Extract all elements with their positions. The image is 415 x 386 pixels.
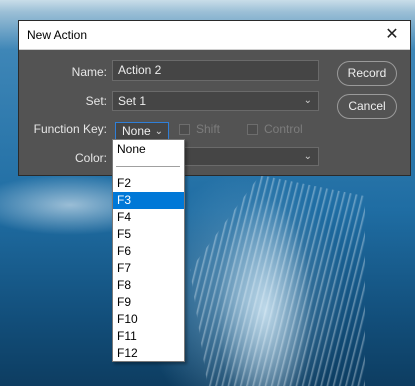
set-select[interactable]: Set 1 ⌄ [112,91,319,111]
option-f2[interactable]: F2 [113,175,184,192]
function-key-dropdown-list: None F2 F3 F4 F5 F6 F7 F8 F9 F10 F11 F12 [112,139,185,362]
title-bar: New Action ✕ [19,21,410,50]
option-f5[interactable]: F5 [113,226,184,243]
option-separator [116,166,180,167]
option-f4[interactable]: F4 [113,209,184,226]
chevron-down-icon: ⌄ [154,126,163,137]
option-none[interactable]: None [113,141,184,158]
color-label: Color: [74,151,107,165]
dialog-title: New Action [27,28,88,42]
option-f8[interactable]: F8 [113,277,184,294]
cancel-button[interactable]: Cancel [337,94,397,119]
name-input[interactable]: Action 2 [112,60,319,81]
shift-label: Shift [196,122,221,136]
option-f3[interactable]: F3 [113,192,184,209]
function-key-label: Function Key: [33,122,107,136]
chevron-down-icon: ⌄ [303,151,312,162]
control-checkbox[interactable] [247,124,258,135]
chevron-down-icon: ⌄ [303,95,312,106]
option-f6[interactable]: F6 [113,243,184,260]
name-label: Name: [71,65,107,79]
record-button[interactable]: Record [337,61,397,86]
name-input-value: Action 2 [118,63,162,77]
option-f12[interactable]: F12 [113,345,184,362]
new-action-dialog: New Action ✕ Name: Action 2 Set: Set 1 ⌄… [18,20,411,176]
option-f11[interactable]: F11 [113,328,184,345]
shift-checkbox[interactable] [179,124,190,135]
option-f10[interactable]: F10 [113,311,184,328]
set-select-value: Set 1 [118,94,147,108]
close-icon[interactable]: ✕ [382,25,402,45]
option-f9[interactable]: F9 [113,294,184,311]
option-f7[interactable]: F7 [113,260,184,277]
function-key-select-value: None [122,124,151,138]
set-label: Set: [85,94,107,108]
control-label: Control [264,122,303,136]
